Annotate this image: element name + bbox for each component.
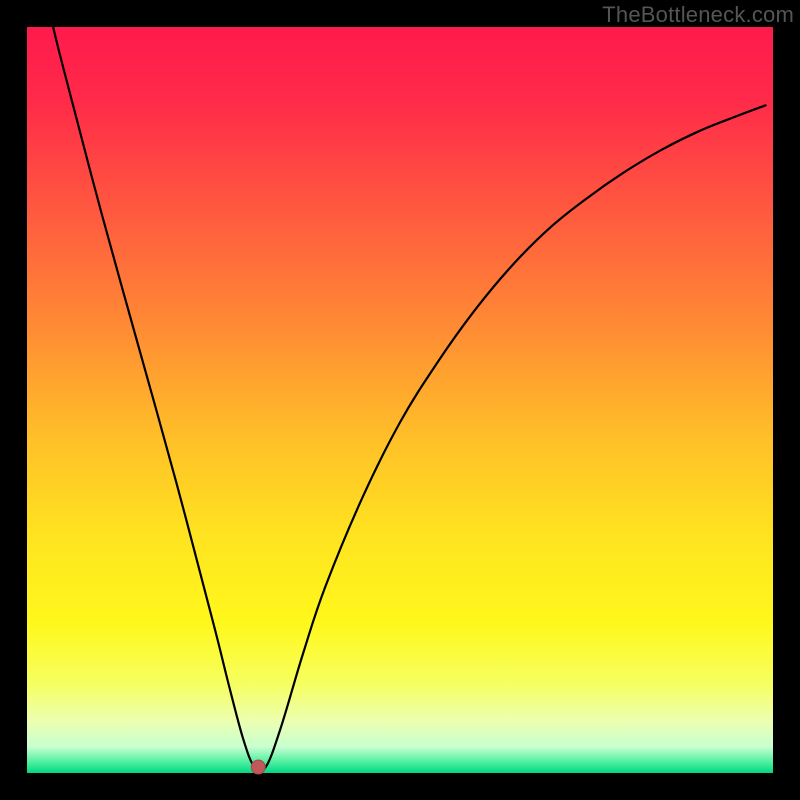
optimal-point-marker	[251, 760, 265, 774]
bottleneck-chart	[0, 0, 800, 800]
watermark-text: TheBottleneck.com	[602, 2, 794, 28]
chart-frame: TheBottleneck.com	[0, 0, 800, 800]
chart-background-gradient	[27, 27, 773, 773]
